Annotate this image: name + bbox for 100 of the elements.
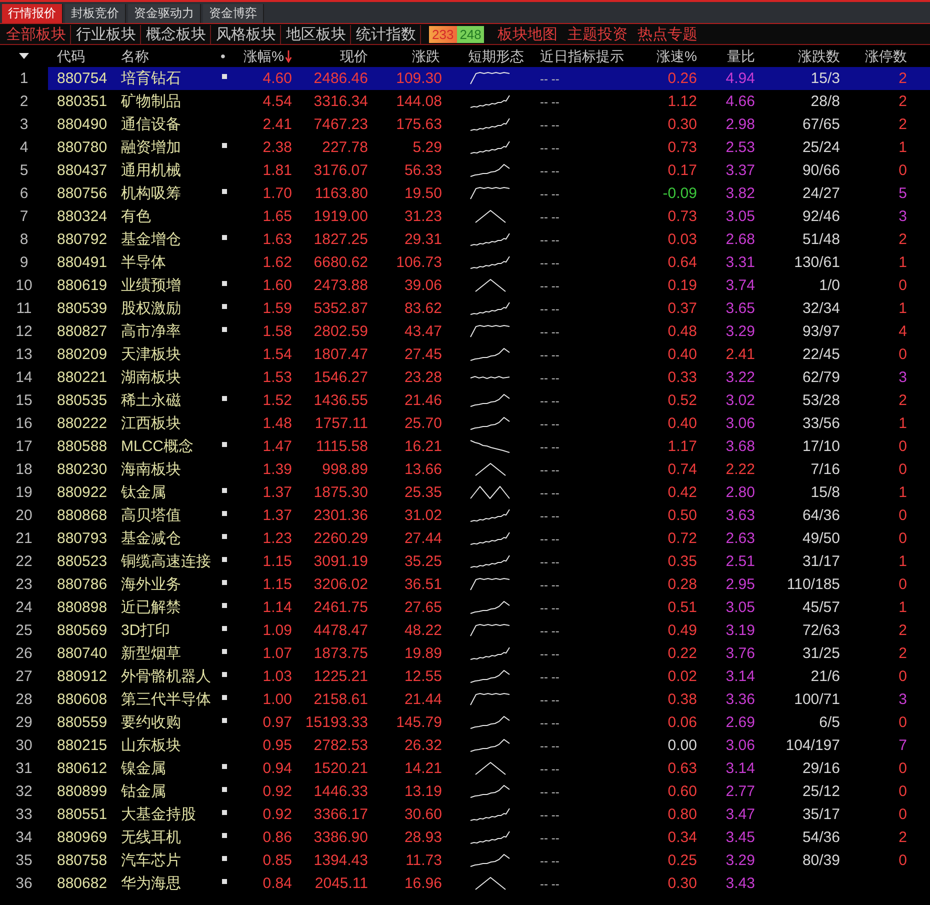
change-cell: 25.35 xyxy=(404,482,442,502)
row-number: 12 xyxy=(16,322,32,342)
topic-link[interactable]: 热点专题 xyxy=(637,24,698,44)
name-cell: 江西板块 xyxy=(121,414,181,434)
volume-ratio-cell: 3.29 xyxy=(726,850,755,870)
change-percent-cell: 1.53 xyxy=(262,368,292,388)
row-number: 3 xyxy=(20,114,28,134)
sector-tab[interactable]: 全部板块 xyxy=(1,24,71,44)
price-cell: 2486.46 xyxy=(314,68,368,88)
change-cell: 12.55 xyxy=(404,666,442,686)
column-header[interactable]: • xyxy=(220,46,226,66)
change-cell: 27.44 xyxy=(404,528,442,548)
table-row[interactable]: 880490 通信设备 2.41 7467.23 175.63 -- -- 0.30 2.98 67/65 2 xyxy=(48,113,930,136)
advance-decline-cell: 72/63 xyxy=(802,620,840,640)
sector-tab[interactable]: 风格板块 xyxy=(211,24,281,44)
column-header[interactable]: 现价 xyxy=(340,46,368,66)
hint-cell-text: -- -- xyxy=(540,346,560,364)
hint-cell-text: -- -- xyxy=(540,806,560,824)
caret-icon[interactable] xyxy=(19,53,29,59)
column-header[interactable]: 名称 xyxy=(121,46,149,66)
change-percent-cell: 0.95 xyxy=(262,736,292,756)
table-row[interactable]: 880437 通用机械 1.81 3176.07 56.33 -- -- 0.17 3.37 90/66 0 xyxy=(48,159,930,182)
column-header[interactable]: 代码 xyxy=(57,46,85,66)
limit-up-count-cell: 2 xyxy=(898,644,907,664)
table-row[interactable]: 880523 铜缆高速连接 1.15 3091.19 35.25 -- -- 0.35 2.51 31/17 1 xyxy=(48,550,930,573)
table-row[interactable]: 880740 新型烟草 1.07 1873.75 19.89 -- -- 0.22 3.76 31/25 2 xyxy=(48,642,930,665)
table-row[interactable]: 880569 3D打印 1.09 4478.47 48.22 -- -- 0.49 3.19 72/63 2 xyxy=(48,619,930,642)
table-row[interactable]: 880780 融资增加 2.38 227.78 5.29 -- -- 0.73 2.53 25/24 1 xyxy=(48,136,930,159)
table-row[interactable]: 880535 稀土永磁 1.52 1436.55 21.46 -- -- 0.52 3.02 53/28 2 xyxy=(48,389,930,412)
tab[interactable]: 封板竞价 xyxy=(65,4,126,23)
column-header[interactable]: 涨停数 xyxy=(865,46,907,66)
row-number: 9 xyxy=(20,252,28,272)
table-row[interactable]: 880793 基金减仓 1.23 2260.29 27.44 -- -- 0.72 2.63 49/50 0 xyxy=(48,527,930,550)
row-number: 19 xyxy=(16,482,32,502)
volume-ratio-cell: 2.80 xyxy=(726,482,755,502)
tab[interactable]: 资金博弈 xyxy=(203,4,264,23)
table-row[interactable]: 880786 海外业务 1.15 3206.02 36.51 -- -- 0.28 2.95 110/185 0 xyxy=(48,573,930,596)
topic-link[interactable]: 板块地图 xyxy=(497,24,558,44)
table-row[interactable]: 880608 第三代半导体 1.00 2158.61 21.44 -- -- 0.38 3.36 100/71 3 xyxy=(48,688,930,711)
volume-ratio-cell: 2.98 xyxy=(726,114,755,134)
column-header[interactable]: 涨跌数 xyxy=(798,46,840,66)
column-header[interactable]: 短期形态 xyxy=(468,46,524,66)
volume-ratio-cell: 3.43 xyxy=(726,874,755,894)
table-row[interactable]: 880619 业绩预增 1.60 2473.88 39.06 -- -- 0.19 3.74 1/0 0 xyxy=(48,274,930,297)
table-row[interactable]: 880588 MLCC概念 1.47 1115.58 16.21 -- -- 1.17 3.68 17/10 0 xyxy=(48,435,930,458)
tab[interactable]: 行情报价 xyxy=(2,4,63,23)
sector-tab[interactable]: 统计指数 xyxy=(351,24,421,44)
change-percent-cell: 1.65 xyxy=(262,206,292,226)
table-row[interactable]: 880559 要约收购 0.97 15193.33 145.79 -- -- 0.06 2.69 6/5 0 xyxy=(48,711,930,734)
column-header[interactable]: 涨跌 xyxy=(412,46,440,66)
table-row[interactable]: 880899 钴金属 0.92 1446.33 13.19 -- -- 0.60 2.77 25/12 0 xyxy=(48,780,930,803)
table-row[interactable]: 880792 基金增仓 1.63 1827.25 29.31 -- -- 0.03 2.68 51/48 2 xyxy=(48,228,930,251)
table-row[interactable]: 880230 海南板块 1.39 998.89 13.66 -- -- 0.74 2.22 7/16 0 xyxy=(48,458,930,481)
table-row[interactable]: 880539 股权激励 1.59 5352.87 83.62 -- -- 0.37 3.65 32/34 1 xyxy=(48,297,930,320)
limit-up-count-cell: 0 xyxy=(898,276,907,296)
column-header[interactable]: 近日指标提示 xyxy=(540,46,624,66)
table-row[interactable]: 880682 华为海思 0.84 2045.11 16.96 -- -- 0.30 3.43 xyxy=(48,872,930,895)
change-percent-cell: 1.59 xyxy=(262,298,292,318)
sector-tab[interactable]: 概念板块 xyxy=(141,24,211,44)
name-cell: 汽车芯片 xyxy=(121,850,181,870)
change-percent-cell: 0.97 xyxy=(262,712,292,732)
topic-link[interactable]: 主题投资 xyxy=(567,24,628,44)
table-row[interactable]: 880491 半导体 1.62 6680.62 106.73 -- -- 0.64 3.31 130/61 1 xyxy=(48,251,930,274)
table-row[interactable]: 880324 有色 1.65 1919.00 31.23 -- -- 0.73 3.05 92/46 3 xyxy=(48,205,930,228)
table-row[interactable]: 880912 外骨骼机器人 1.03 1225.21 12.55 -- -- 0.02 3.14 21/6 0 xyxy=(48,665,930,688)
code-cell: 880756 xyxy=(57,184,108,204)
price-cell: 2802.59 xyxy=(314,322,368,342)
table-row[interactable]: 880922 钛金属 1.37 1875.30 25.35 -- -- 0.42 2.80 15/8 1 xyxy=(48,481,930,504)
hint-cell-text: -- -- xyxy=(540,392,560,410)
table-row[interactable]: 880827 高市净率 1.58 2802.59 43.47 -- -- 0.48 3.29 93/97 4 xyxy=(48,320,930,343)
table-row[interactable]: 880969 无线耳机 0.86 3386.90 28.93 -- -- 0.34 3.45 54/36 2 xyxy=(48,826,930,849)
name-cell: MLCC概念 xyxy=(121,436,194,456)
table-row[interactable]: 880351 矿物制品 4.54 3316.34 144.08 -- -- 1.12 4.66 28/8 2 xyxy=(48,90,930,113)
hint-cell-text: -- -- xyxy=(540,300,560,318)
table-row[interactable]: 880754 培育钻石 4.60 2486.46 109.30 -- -- 0.26 4.94 15/3 2 xyxy=(48,67,930,90)
price-cell: 2461.75 xyxy=(314,598,368,618)
volume-ratio-cell: 2.51 xyxy=(726,552,755,572)
column-header[interactable]: 涨幅% xyxy=(244,46,292,66)
table-row[interactable]: 880222 江西板块 1.48 1757.11 25.70 -- -- 0.40 3.06 33/56 1 xyxy=(48,412,930,435)
table-row[interactable]: 880209 天津板块 1.54 1807.47 27.45 -- -- 0.40 2.41 22/45 0 xyxy=(48,343,930,366)
sector-tab[interactable]: 地区板块 xyxy=(281,24,351,44)
row-number: 29 xyxy=(16,712,32,732)
speed-cell: 0.26 xyxy=(668,68,697,88)
table-row[interactable]: 880221 湖南板块 1.53 1546.27 23.28 -- -- 0.33 3.22 62/79 3 xyxy=(48,366,930,389)
code-cell: 880559 xyxy=(57,712,108,732)
table-row[interactable]: 880612 镍金属 0.94 1520.21 14.21 -- -- 0.63 3.14 29/16 0 xyxy=(48,757,930,780)
column-header[interactable]: 涨速% xyxy=(656,46,697,66)
table-row[interactable]: 880868 高贝塔值 1.37 2301.36 31.02 -- -- 0.50 3.63 64/36 0 xyxy=(48,504,930,527)
tab[interactable]: 资金驱动力 xyxy=(128,4,201,23)
table-row[interactable]: 880758 汽车芯片 0.85 1394.43 11.73 -- -- 0.25 3.29 80/39 0 xyxy=(48,849,930,872)
code-cell: 880209 xyxy=(57,344,108,364)
table-row[interactable]: 880756 机构吸筹 1.70 1163.80 19.50 -- -- -0.09 3.82 24/27 5 xyxy=(48,182,930,205)
table-row[interactable]: 880551 大基金持股 0.92 3366.17 30.60 -- -- 0.80 3.47 35/17 0 xyxy=(48,803,930,826)
row-number: 24 xyxy=(16,598,32,618)
table-row[interactable]: 880215 山东板块 0.95 2782.53 26.32 -- -- 0.00 3.06 104/197 7 xyxy=(48,734,930,757)
sector-tab[interactable]: 行业板块 xyxy=(71,24,141,44)
sparkline xyxy=(470,854,510,867)
table-row[interactable]: 880898 近已解禁 1.14 2461.75 27.65 -- -- 0.51 3.05 45/57 1 xyxy=(48,596,930,619)
volume-ratio-cell: 2.53 xyxy=(726,138,755,158)
column-header[interactable]: 量比 xyxy=(727,46,755,66)
